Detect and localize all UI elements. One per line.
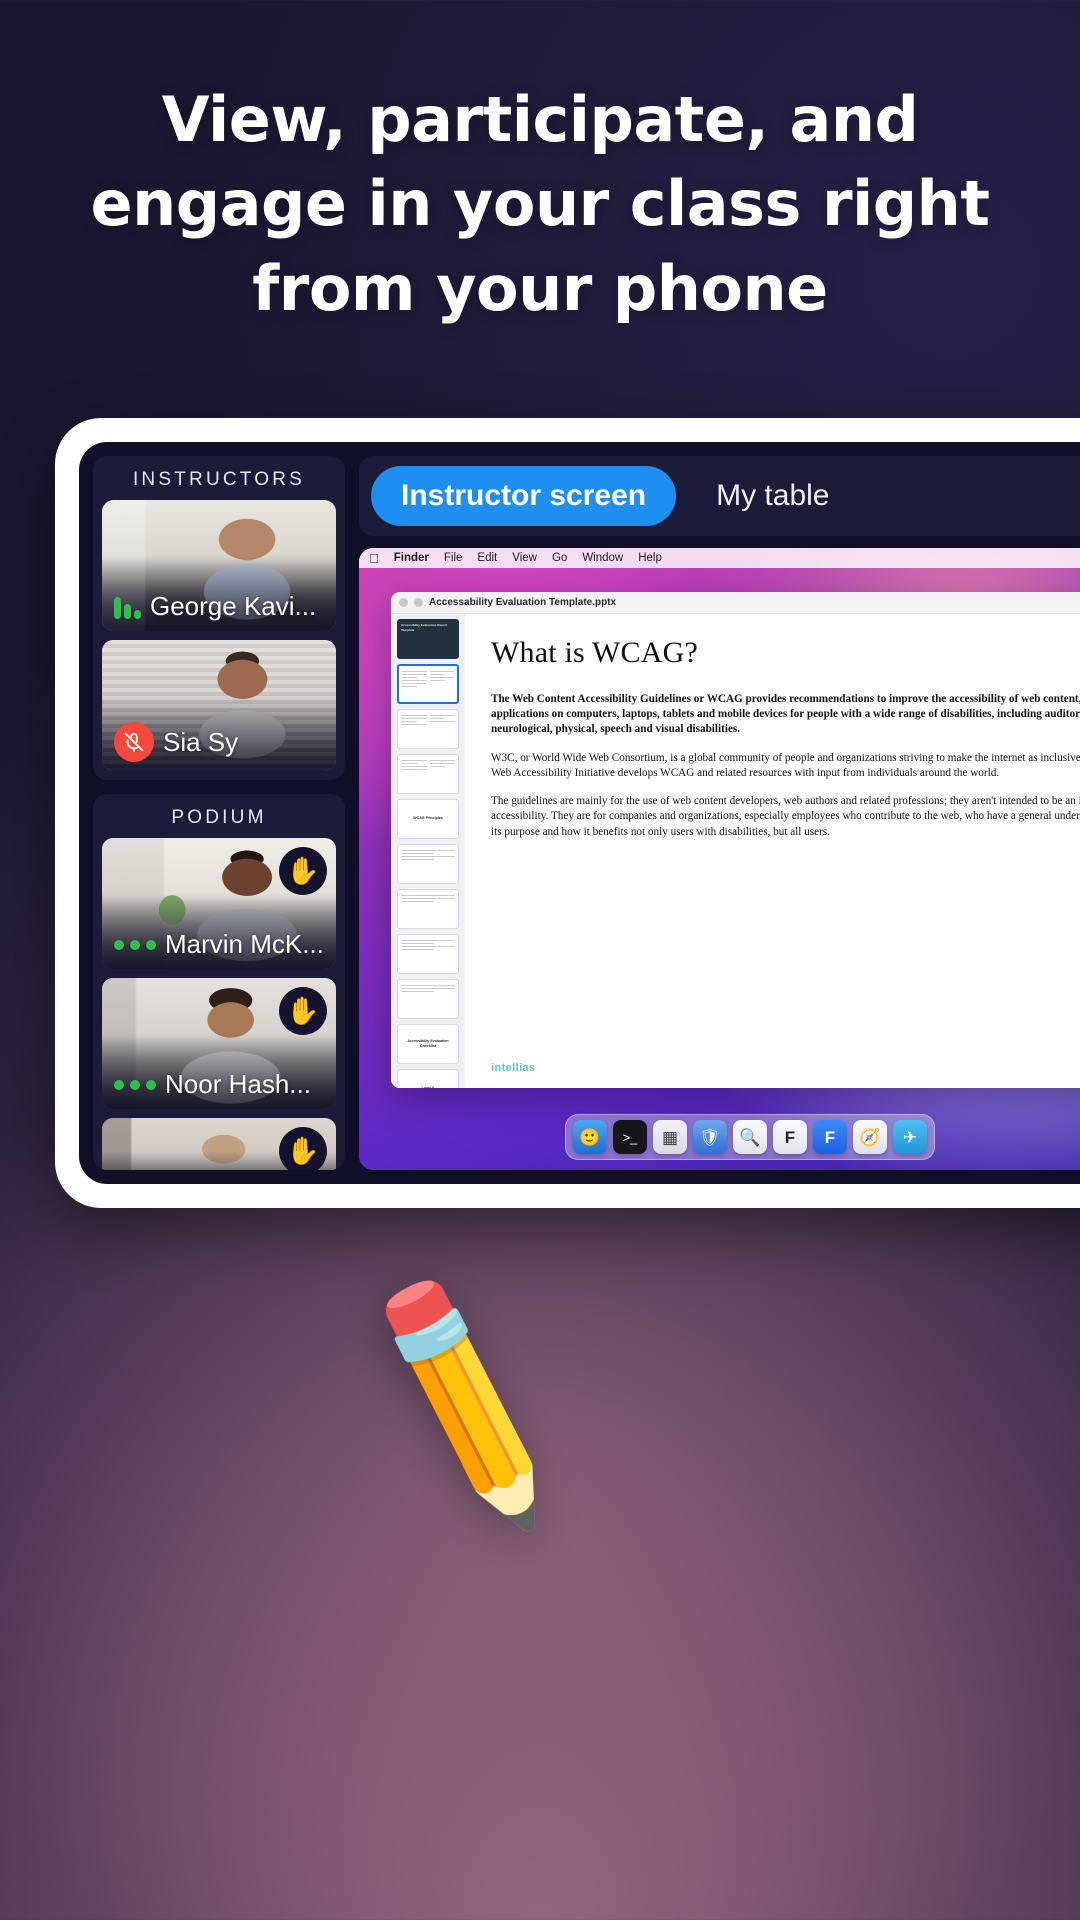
slide-paragraph-2: W3C, or World Wide Web Consortium, is a … <box>491 751 1080 779</box>
figma-icon[interactable]: F <box>773 1120 807 1154</box>
headline-line-1: View, participate, and <box>161 83 919 156</box>
headline-line-2: engage in your class right <box>90 167 990 241</box>
slide-canvas[interactable]: What is WCAG? The Web Content Accessibil… <box>465 614 1080 1088</box>
close-window-icon[interactable] <box>399 598 408 607</box>
slide-thumbnail[interactable]: WCAG Principles <box>397 799 459 839</box>
menu-item-help[interactable]: Help <box>638 552 662 564</box>
participant-tile-extra[interactable]: ✋ <box>102 1118 336 1170</box>
slide-brand-logo: intellias <box>491 1062 536 1074</box>
slide-thumbnail-rail[interactable]: Accessibility Evaluation Report Template <box>391 614 465 1088</box>
thumbnail-title: Accessibility Evaluation Report Template <box>401 623 448 632</box>
powerpoint-document-title: Accessability Evaluation Template.pptx <box>429 597 617 608</box>
menu-item-edit[interactable]: Edit <box>477 552 497 564</box>
powerpoint-window[interactable]: Accessability Evaluation Template.pptx A… <box>391 592 1080 1088</box>
slide-thumbnail[interactable]: Accessibility Evaluation Checklist <box>397 1024 459 1064</box>
thumbnail-title: WCAG Principles <box>413 816 443 821</box>
slide-thumbnail-selected[interactable] <box>397 664 459 704</box>
connection-status-icon <box>114 939 156 950</box>
raised-hand-icon[interactable]: ✋ <box>279 987 327 1035</box>
slide-thumbnail[interactable] <box>397 754 459 794</box>
launchpad-icon[interactable]: ▦ <box>653 1120 687 1154</box>
podium-tile-list: ✋ Marvin McK... ✋ Noor Hash... ✋ <box>102 838 336 1170</box>
apple-logo-icon[interactable]:  <box>369 552 379 565</box>
tile-label-row: George Kavi... <box>114 591 326 622</box>
podium-panel-title: PODIUM <box>171 807 267 828</box>
menu-item-file[interactable]: File <box>444 552 463 564</box>
slide-title: What is WCAG? <box>491 636 699 669</box>
safari-icon[interactable]: 🧭 <box>853 1120 887 1154</box>
finder-icon[interactable]: 🙂 <box>573 1120 607 1154</box>
slide-paragraph-3: The guidelines are mainly for the use of… <box>491 795 1080 838</box>
participant-tile-noor[interactable]: ✋ Noor Hash... <box>102 978 336 1109</box>
menu-item-go[interactable]: Go <box>552 552 567 564</box>
telegram-icon[interactable]: ✈ <box>893 1120 927 1154</box>
podium-panel: PODIUM ✋ Marvin McK... ✋ Noor Hash... ✋ <box>93 794 345 1170</box>
participant-tile-sia[interactable]: Sia Sy <box>102 640 336 771</box>
participant-name: Marvin McK... <box>165 929 324 959</box>
terminal-icon[interactable]: >_ <box>613 1120 647 1154</box>
device-frame: INSTRUCTORS George Kavi... Sia Sy PODIUM… <box>55 418 1080 1208</box>
page-title: View, participate, and engage in your cl… <box>0 78 1080 331</box>
slide-thumbnail[interactable] <box>397 844 459 884</box>
raised-hand-icon[interactable]: ✋ <box>279 1127 327 1170</box>
slide-paragraph-1: The Web Content Accessibility Guidelines… <box>491 693 1080 736</box>
instructors-panel-title: INSTRUCTORS <box>132 469 306 490</box>
pencil-emoji-decoration: ✏️ <box>320 1264 611 1539</box>
minimize-window-icon[interactable] <box>414 598 423 607</box>
connection-status-icon <box>114 1079 156 1090</box>
powerpoint-titlebar: Accessability Evaluation Template.pptx <box>391 592 1080 614</box>
tab-my-table[interactable]: My table <box>686 466 859 526</box>
app-screen: INSTRUCTORS George Kavi... Sia Sy PODIUM… <box>79 442 1080 1184</box>
instructors-tile-list: George Kavi... Sia Sy <box>102 500 336 771</box>
slide-thumbnail[interactable]: Level A <box>397 1069 459 1088</box>
participant-tile-george[interactable]: George Kavi... <box>102 500 336 631</box>
thumbnail-title: Level A <box>422 1086 435 1088</box>
tile-label-row: Marvin McK... <box>114 929 326 960</box>
menu-item-finder[interactable]: Finder <box>394 552 429 564</box>
participant-name: George Kavi... <box>150 591 317 621</box>
slide-thumbnail[interactable] <box>397 979 459 1019</box>
thumbnail-title: Accessibility Evaluation Checklist <box>407 1038 449 1048</box>
framer-icon[interactable]: F <box>813 1120 847 1154</box>
headline-line-3: from your phone <box>252 251 828 325</box>
participants-sidebar[interactable]: INSTRUCTORS George Kavi... Sia Sy PODIUM… <box>93 456 345 1170</box>
shared-screen-view[interactable]:  Finder File Edit View Go Window Help A… <box>359 548 1080 1170</box>
search-icon[interactable]: 🔍 <box>733 1120 767 1154</box>
macos-dock[interactable]: 🙂 >_ ▦ 🛡 🔍 F F 🧭 ✈ <box>565 1114 935 1160</box>
slide-thumbnail[interactable] <box>397 709 459 749</box>
audio-level-icon <box>114 595 141 619</box>
powerpoint-body: Accessibility Evaluation Report Template <box>391 614 1080 1088</box>
menu-item-view[interactable]: View <box>512 552 537 564</box>
tab-instructor-screen[interactable]: Instructor screen <box>371 466 677 526</box>
slide-thumbnail[interactable] <box>397 934 459 974</box>
instructors-panel: INSTRUCTORS George Kavi... Sia Sy <box>93 456 345 780</box>
main-stage: Instructor screen My table  Finder File… <box>359 456 1080 1170</box>
menu-item-window[interactable]: Window <box>582 552 623 564</box>
raised-hand-icon[interactable]: ✋ <box>279 847 327 895</box>
participant-name: Noor Hash... <box>165 1069 311 1099</box>
microphone-muted-icon <box>114 722 154 762</box>
stage-tabbar: Instructor screen My table <box>359 456 1080 536</box>
slide-thumbnail[interactable]: Accessibility Evaluation Report Template <box>397 619 459 659</box>
tile-label-row: Sia Sy <box>114 722 326 762</box>
tile-label-row: Noor Hash... <box>114 1069 326 1100</box>
shield-icon[interactable]: 🛡 <box>693 1120 727 1154</box>
participant-tile-marvin[interactable]: ✋ Marvin McK... <box>102 838 336 969</box>
macos-menubar[interactable]:  Finder File Edit View Go Window Help <box>359 548 1080 568</box>
participant-name: Sia Sy <box>163 726 239 757</box>
slide-thumbnail[interactable] <box>397 889 459 929</box>
